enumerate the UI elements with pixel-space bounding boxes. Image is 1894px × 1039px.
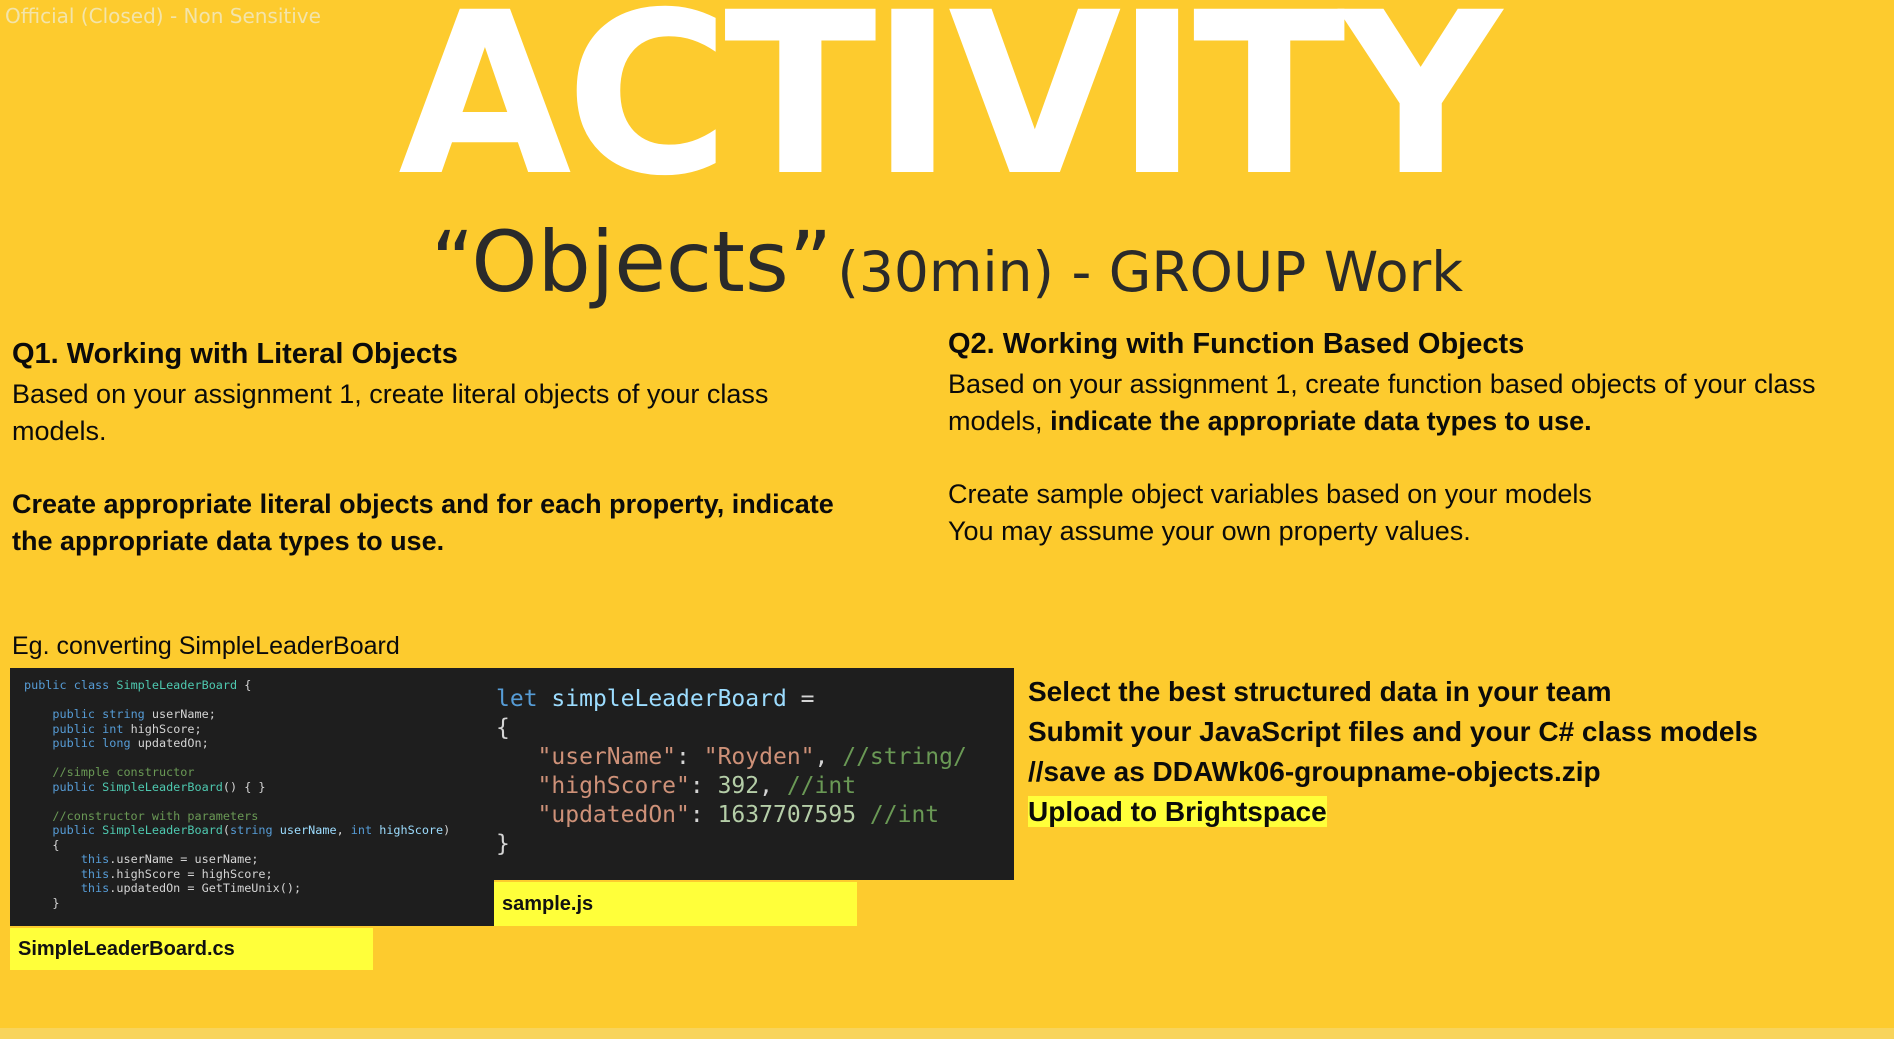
q1-text: Based on your assignment 1, create liter… (12, 379, 769, 446)
upload-highlight: Upload to Brightspace (1028, 796, 1327, 827)
example-label: Eg. converting SimpleLeaderBoard (12, 632, 400, 660)
simpleleaderboard-cs-label: SimpleLeaderBoard.cs (10, 928, 373, 970)
instruction-line-4: Upload to Brightspace (1028, 792, 1878, 832)
instruction-line-1: Select the best structured data in your … (1028, 676, 1612, 707)
q2-extra: Create sample object variables based on … (948, 476, 1868, 550)
csharp-code: public class SimpleLeaderBoard { public … (24, 678, 451, 910)
javascript-code-panel: let simpleLeaderBoard = { "userName": "R… (494, 668, 1014, 880)
submission-instructions: Select the best structured data in your … (1028, 672, 1878, 832)
q2-line3: You may assume your own property values. (948, 516, 1471, 546)
javascript-code: let simpleLeaderBoard = { "userName": "R… (496, 686, 967, 857)
q1-bold-text: Create appropriate literal objects and f… (12, 489, 834, 556)
subtitle-quoted: “Objects” (430, 213, 833, 311)
instruction-line-3: //save as DDAWk06-groupname-objects.zip (1028, 756, 1601, 787)
bottom-strip (0, 1028, 1894, 1039)
q2-line2: Create sample object variables based on … (948, 479, 1592, 509)
csharp-code-panel: public class SimpleLeaderBoard { public … (10, 668, 494, 926)
sample-js-label: sample.js (494, 882, 857, 926)
slide-title: ACTIVITY (398, 0, 1502, 225)
instruction-line-2: Submit your JavaScript files and your C#… (1028, 716, 1758, 747)
slide-subtitle: “Objects” (30min) - GROUP Work (0, 212, 1894, 336)
q1-title: Q1. Working with Literal Objects (12, 338, 458, 370)
subtitle-rest: (30min) - GROUP Work (837, 240, 1464, 304)
q2-text-bold: indicate the appropriate data types to u… (1050, 406, 1592, 436)
q2-title: Q2. Working with Function Based Objects (948, 328, 1525, 360)
q2-text: Based on your assignment 1, create funct… (948, 366, 1868, 440)
